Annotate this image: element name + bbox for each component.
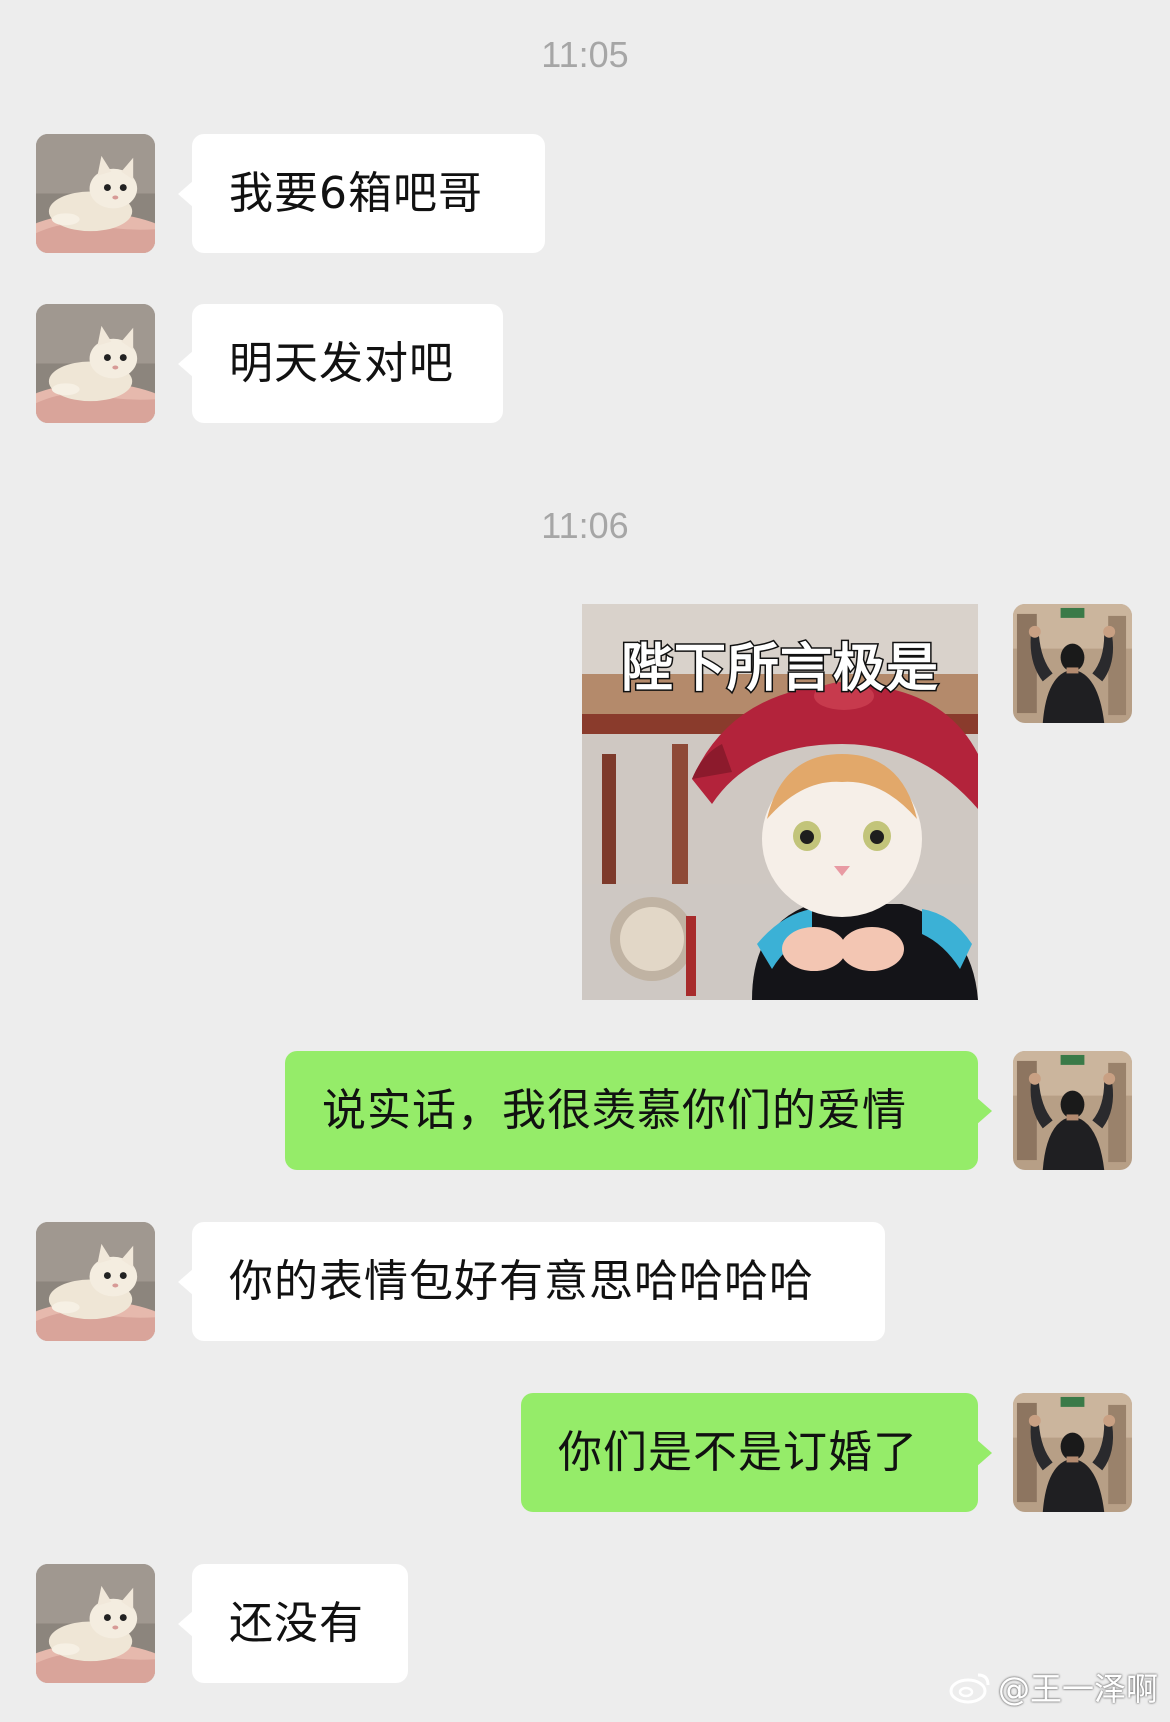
message-text: 说实话，我很羡慕你们的爱情 <box>322 1085 907 1136</box>
incoming-message-bubble[interactable]: 还没有 <box>178 1564 408 1683</box>
weibo-icon <box>949 1673 990 1704</box>
message-text: 还没有 <box>229 1598 364 1649</box>
cat-avatar-icon <box>36 134 155 253</box>
self-avatar[interactable] <box>1013 1051 1132 1170</box>
person-back-avatar-icon <box>1013 1051 1132 1170</box>
cat-avatar-icon <box>36 1222 155 1341</box>
watermark: @王一泽啊 <box>948 1664 1158 1710</box>
outgoing-message-bubble[interactable]: 你们是不是订婚了 <box>521 1393 992 1512</box>
person-back-avatar-icon <box>1013 1393 1132 1512</box>
self-avatar[interactable] <box>1013 1393 1132 1512</box>
incoming-message-bubble[interactable]: 我要6箱吧哥 <box>178 134 545 253</box>
message-text: 你的表情包好有意思哈哈哈哈 <box>229 1256 814 1307</box>
sticker-message[interactable]: 陛下所言极是 <box>582 604 978 1000</box>
sticker-caption: 陛下所言极是 <box>619 638 939 701</box>
contact-avatar[interactable] <box>36 1564 155 1683</box>
contact-avatar[interactable] <box>36 1222 155 1341</box>
timestamp: 11:05 <box>541 34 629 75</box>
timestamp: 11:06 <box>541 505 629 546</box>
message-text: 我要6箱吧哥 <box>229 168 483 219</box>
contact-avatar[interactable] <box>36 304 155 423</box>
contact-avatar[interactable] <box>36 134 155 253</box>
cat-avatar-icon <box>36 1564 155 1683</box>
incoming-message-bubble[interactable]: 你的表情包好有意思哈哈哈哈 <box>178 1222 885 1341</box>
cat-avatar-icon <box>36 304 155 423</box>
outgoing-message-bubble[interactable]: 说实话，我很羡慕你们的爱情 <box>285 1051 992 1170</box>
incoming-message-bubble[interactable]: 明天发对吧 <box>178 304 503 423</box>
person-back-avatar-icon <box>1013 604 1132 723</box>
watermark-text: @王一泽啊 <box>997 1670 1158 1708</box>
message-text: 明天发对吧 <box>229 338 454 389</box>
chat-area[interactable]: 11:05 我要6箱吧哥 明天发对吧 11:06 陛下所言极是 说实话，我很羡慕… <box>0 0 1170 1722</box>
self-avatar[interactable] <box>1013 604 1132 723</box>
message-text: 你们是不是订婚了 <box>558 1427 918 1478</box>
